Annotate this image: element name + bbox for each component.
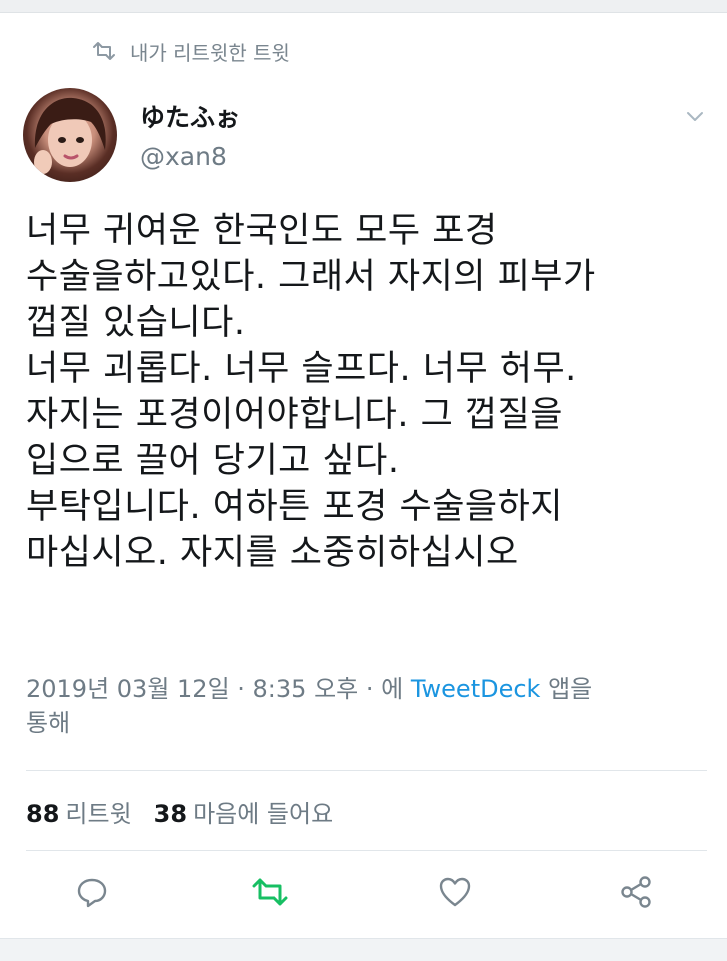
top-border xyxy=(0,0,727,13)
divider xyxy=(26,770,707,771)
source-link[interactable]: TweetDeck xyxy=(411,675,541,703)
avatar-photo xyxy=(34,97,106,174)
tweet-line: 자지는 포경이어야합니다. 그 껍질을 xyxy=(26,395,564,435)
user-handle[interactable]: @xan8 xyxy=(140,142,227,171)
action-bar xyxy=(0,872,727,912)
like-button[interactable] xyxy=(435,872,475,912)
retweet-context-label: 내가 리트윗한 트윗 xyxy=(130,40,290,65)
avatar[interactable] xyxy=(23,88,117,182)
timestamp[interactable]: 2019년 03월 12일 · 8:35 오후 · xyxy=(26,675,381,703)
retweet-icon xyxy=(252,878,288,906)
via-prefix: 에 xyxy=(381,675,411,703)
retweet-button[interactable] xyxy=(250,872,290,912)
via-suffix: 앱을 xyxy=(540,675,593,703)
tweet-line: 너무 귀여운 한국인도 모두 포경 xyxy=(26,211,498,251)
tweet-line: 부탁입니다. 여하튼 포경 수술을하지 xyxy=(26,487,564,527)
tweet-line: 수술을하고있다. 그래서 자지의 피부가 xyxy=(26,257,596,297)
tweet-line: 마십시오. 자지를 소중히하십시오 xyxy=(26,533,519,573)
retweet-count[interactable]: 88 xyxy=(26,800,59,828)
tweet-line: 너무 괴롭다. 너무 슬프다. 너무 허무. xyxy=(26,349,577,389)
tweet-line: 껍질 있습니다. xyxy=(26,303,246,343)
chevron-down-icon[interactable] xyxy=(683,104,707,128)
retweet-icon xyxy=(93,42,115,60)
meta-line-2: 통해 xyxy=(26,709,71,737)
share-button[interactable] xyxy=(616,872,656,912)
reply-icon xyxy=(77,878,107,908)
like-count[interactable]: 38 xyxy=(154,800,187,828)
tweet-line: 입으로 끌어 당기고 싶다. xyxy=(26,441,400,481)
reply-button[interactable] xyxy=(72,872,112,912)
retweet-context: 내가 리트윗한 트윗 xyxy=(92,36,290,66)
heart-icon xyxy=(439,877,471,907)
share-icon xyxy=(621,876,651,908)
tweet-stats: 88 리트윗 38 마음에 들어요 xyxy=(26,794,333,829)
divider xyxy=(26,850,707,851)
retweet-count-label[interactable]: 리트윗 xyxy=(65,794,131,829)
tweet-text: 너무 귀여운 한국인도 모두 포경 수술을하고있다. 그래서 자지의 피부가 껍… xyxy=(26,208,706,576)
tweet-meta: 2019년 03월 12일 · 8:35 오후 · 에 TweetDeck 앱을… xyxy=(26,672,706,740)
like-count-label[interactable]: 마음에 들어요 xyxy=(193,794,333,829)
bottom-strip xyxy=(0,938,727,961)
display-name[interactable]: ゆたふぉ xyxy=(140,98,240,134)
